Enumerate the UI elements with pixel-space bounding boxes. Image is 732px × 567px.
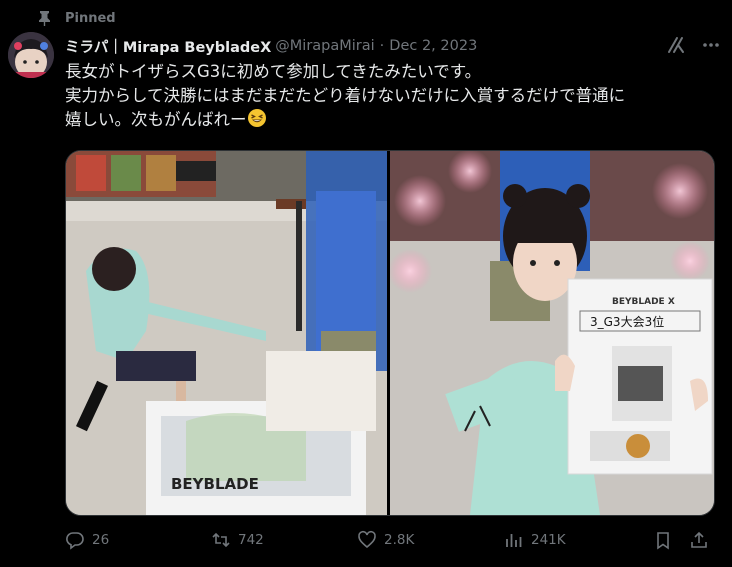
avatar[interactable] (8, 32, 54, 78)
pinned-indicator: Pinned (38, 8, 116, 28)
heart-icon (358, 530, 376, 549)
share-button[interactable] (689, 530, 716, 550)
beyblade-box-signage: BEYBLADE (171, 475, 259, 493)
grok-icon[interactable] (666, 35, 686, 55)
view-count: 241K (531, 532, 566, 548)
tweet-actions: 26 742 2.8K 241K (65, 530, 713, 558)
repost-icon (212, 532, 230, 548)
views-icon (506, 534, 522, 547)
media-grid: BEYBLADE BEYBLADE X 3_G3大会3位 (65, 150, 715, 516)
views-button[interactable]: 241K (504, 530, 566, 550)
share-icon (691, 531, 707, 548)
tweet-line-3: 嬉しい。次もがんばれー (65, 108, 715, 132)
tweet-header: ミラパ｜Mirapa BeybladeX @MirapaMirai · Dec … (65, 36, 722, 56)
grinning-squinting-face-icon (247, 109, 266, 127)
repost-count: 742 (238, 532, 264, 548)
tweet-line-3-text: 嬉しい。次もがんばれー (65, 110, 247, 129)
separator-dot: · (379, 38, 385, 54)
tweet-line-2: 実力からして決勝にはまだまだたどり着けないだけに入賞するだけで普通に (65, 86, 626, 105)
photo-certificate[interactable]: BEYBLADE X 3_G3大会3位 (390, 151, 714, 515)
avatar-image (8, 32, 54, 78)
reply-icon (66, 532, 84, 550)
reply-count: 26 (92, 532, 110, 548)
bookmark-icon (657, 532, 669, 550)
like-count: 2.8K (384, 532, 415, 548)
author-handle[interactable]: @MirapaMirai (275, 38, 374, 54)
certificate-title: 3_G3大会3位 (590, 314, 664, 329)
photo-tournament-match[interactable]: BEYBLADE (66, 151, 387, 515)
bookmark-button[interactable] (653, 530, 680, 550)
certificate-brand: BEYBLADE X (612, 297, 675, 307)
pinned-label: Pinned (65, 10, 116, 26)
tweet-text: 長女がトイザらスG3に初めて参加してきたみたいです。 実力からして決勝にはまだま… (65, 60, 715, 132)
tweet-line-1: 長女がトイザらスG3に初めて参加してきたみたいです。 (65, 62, 482, 81)
reply-button[interactable]: 26 (65, 530, 109, 550)
like-button[interactable]: 2.8K (357, 530, 414, 550)
author-display-name[interactable]: ミラパ｜Mirapa BeybladeX (65, 36, 271, 57)
pin-icon (39, 11, 50, 26)
more-options-icon[interactable] (700, 35, 722, 55)
repost-button[interactable]: 742 (211, 530, 264, 550)
tweet-date[interactable]: Dec 2, 2023 (389, 38, 477, 54)
